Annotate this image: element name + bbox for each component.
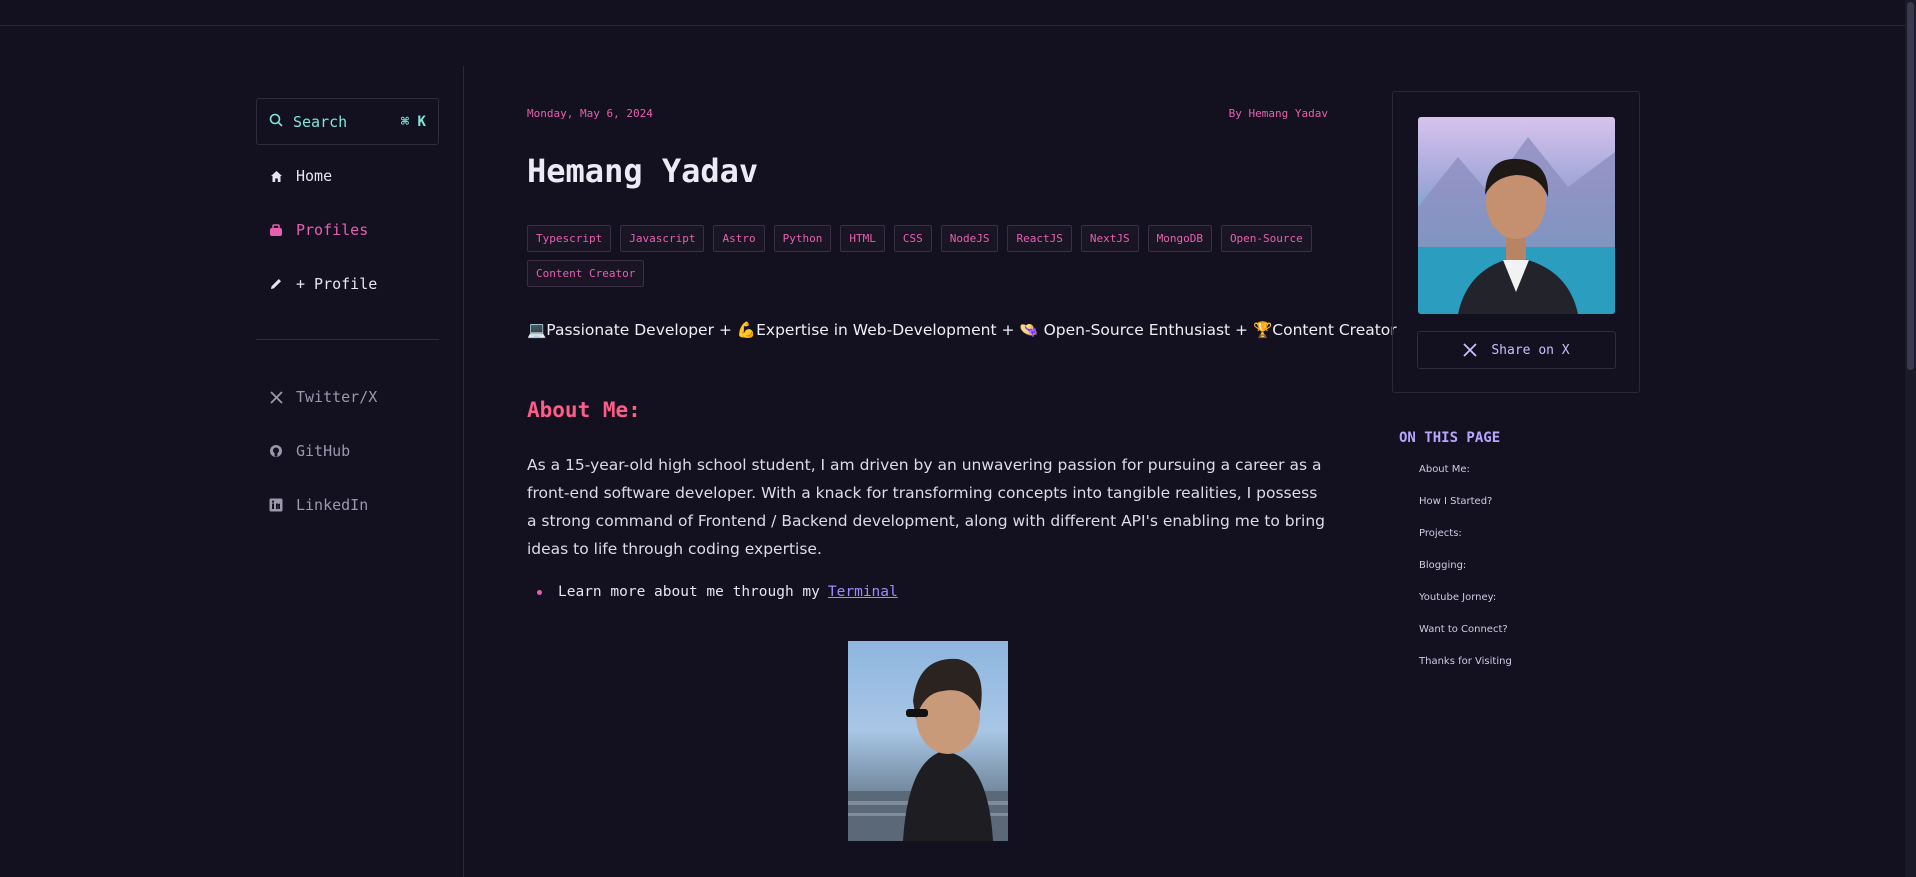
search-icon: [269, 113, 283, 131]
post-author: By Hemang Yadav: [1228, 107, 1328, 120]
table-of-contents: About Me: How I Started? Projects: Blogg…: [1419, 463, 1512, 687]
toc-item[interactable]: Blogging:: [1419, 559, 1512, 591]
bullet-dot: [537, 589, 542, 595]
tag-chip[interactable]: Astro: [713, 225, 765, 252]
avatar: [1418, 117, 1615, 314]
tag-chip[interactable]: Python: [773, 225, 832, 252]
tag-chip[interactable]: NodeJS: [940, 225, 999, 252]
tag-chip[interactable]: ReactJS: [1007, 225, 1072, 252]
share-on-x-button[interactable]: Share on X: [1417, 331, 1616, 369]
social-label-twitter: Twitter/X: [296, 388, 378, 406]
social-label-linkedin: LinkedIn: [296, 496, 369, 514]
social-link-github[interactable]: GitHub: [268, 442, 350, 460]
toc-item[interactable]: Projects:: [1419, 527, 1512, 559]
tag-chip[interactable]: Javascript: [620, 225, 705, 252]
home-icon: [268, 168, 284, 184]
toc-item[interactable]: Youtube Jorney:: [1419, 591, 1512, 623]
sidebar: Search ⌘ K Home Profiles + Profile Twitt…: [256, 66, 464, 877]
tag-chip[interactable]: CSS: [893, 225, 932, 252]
profile-photo-side: [848, 641, 1008, 841]
nav-label-profiles: Profiles: [296, 221, 369, 239]
sidebar-divider: [256, 339, 439, 340]
share-label: Share on X: [1491, 342, 1570, 358]
nav-item-home[interactable]: Home: [268, 167, 332, 185]
post-date: Monday, May 6, 2024: [527, 107, 653, 120]
social-label-github: GitHub: [296, 442, 351, 460]
toc-item[interactable]: Thanks for Visiting: [1419, 655, 1512, 687]
pencil-icon: [268, 276, 284, 292]
tag-chip[interactable]: Content Creator: [527, 260, 645, 287]
nav-item-profiles[interactable]: Profiles: [268, 221, 368, 239]
nav-label-home: Home: [296, 167, 333, 185]
profile-card: Share on X: [1392, 91, 1640, 393]
about-paragraph: As a 15-year-old high school student, I …: [527, 456, 1325, 558]
nav-item-add-profile[interactable]: + Profile: [268, 275, 377, 293]
toc-item[interactable]: About Me:: [1419, 463, 1512, 495]
search-button[interactable]: Search ⌘ K: [256, 98, 439, 145]
about-heading: About Me:: [527, 398, 641, 422]
terminal-link[interactable]: Terminal: [828, 584, 898, 600]
social-link-twitter[interactable]: Twitter/X: [268, 388, 377, 406]
bullet-text: Learn more about me through my: [558, 584, 820, 600]
x-logo-icon: [268, 389, 284, 405]
tag-chip[interactable]: MongoDB: [1147, 225, 1212, 252]
github-icon: [268, 443, 284, 459]
page-title: Hemang Yadav: [527, 152, 759, 190]
toc-title: ON THIS PAGE: [1399, 430, 1501, 446]
tagline: 💻Passionate Developer + 💪Expertise in We…: [527, 321, 1397, 339]
tag-list: Typescript Javascript Astro Python HTML …: [527, 225, 1328, 287]
nav-label-add-profile: + Profile: [296, 275, 378, 293]
article: Monday, May 6, 2024 By Hemang Yadav Hema…: [527, 0, 1397, 877]
tag-chip[interactable]: HTML: [840, 225, 885, 252]
tag-chip[interactable]: Open-Source: [1220, 225, 1312, 252]
tag-chip[interactable]: Typescript: [527, 225, 612, 252]
scrollbar-thumb[interactable]: [1907, 2, 1914, 370]
toc-item[interactable]: How I Started?: [1419, 495, 1512, 527]
tag-chip[interactable]: NextJS: [1080, 225, 1139, 252]
linkedin-icon: [268, 497, 284, 513]
toc-item[interactable]: Want to Connect?: [1419, 623, 1512, 655]
search-shortcut: ⌘ K: [400, 113, 426, 130]
profiles-icon: [268, 222, 284, 238]
x-logo-icon: [1463, 343, 1477, 357]
social-link-linkedin[interactable]: LinkedIn: [268, 496, 368, 514]
scrollbar[interactable]: [1905, 0, 1916, 877]
list-item: Learn more about me through my Terminal: [537, 584, 898, 600]
search-label: Search: [293, 112, 348, 131]
